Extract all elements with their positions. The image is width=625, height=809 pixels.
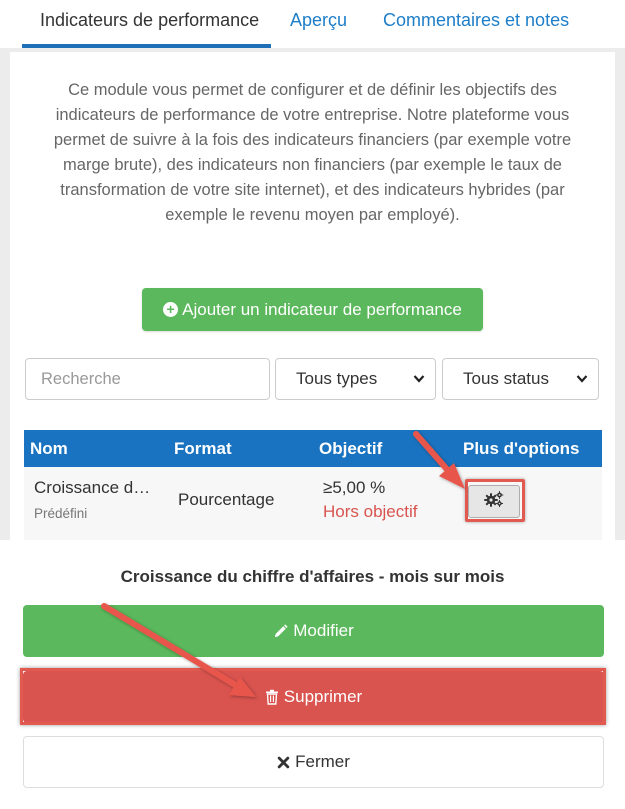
close-button[interactable]: Fermer xyxy=(23,736,604,788)
column-header-format: Format xyxy=(174,439,232,458)
tab-bar: Indicateurs de performance Aperçu Commen… xyxy=(0,0,625,48)
modify-label: Modifier xyxy=(293,621,354,640)
tab-apercu[interactable]: Aperçu xyxy=(290,0,347,48)
search-input[interactable] xyxy=(25,358,270,400)
indicator-format: Pourcentage xyxy=(178,490,275,509)
indicator-objective: ≥5,00 % xyxy=(323,478,386,497)
modify-button[interactable]: Modifier xyxy=(23,605,604,657)
module-description: Ce module vous permet de configurer et d… xyxy=(53,81,572,224)
chevron-down-icon xyxy=(413,359,425,415)
indicator-tag: Prédéfini xyxy=(34,506,88,521)
type-select[interactable]: Tous types xyxy=(275,358,436,400)
table-header: Nom Format Objectif Plus d'options xyxy=(24,430,602,467)
close-label: Fermer xyxy=(295,752,350,771)
tab-indicateurs[interactable]: Indicateurs de performance xyxy=(40,0,259,48)
options-highlight xyxy=(465,479,525,522)
indicator-name: Croissance d… xyxy=(34,478,151,497)
pencil-icon xyxy=(273,623,288,639)
column-header-objectif: Objectif xyxy=(319,439,383,458)
status-select[interactable]: Tous status xyxy=(442,358,599,400)
column-header-options: Plus d'options xyxy=(463,439,580,458)
plus-circle-icon: + xyxy=(163,302,179,317)
indicator-status: Hors objectif xyxy=(323,502,418,521)
column-header-nom: Nom xyxy=(30,439,68,458)
action-sheet-title: Croissance du chiffre d'affaires - mois … xyxy=(120,567,505,586)
delete-highlight xyxy=(20,668,606,725)
status-select-value: Tous status xyxy=(463,369,549,388)
tab-commentaires[interactable]: Commentaires et notes xyxy=(383,0,569,48)
type-select-value: Tous types xyxy=(296,369,378,388)
add-indicator-label: Ajouter un indicateur de performance xyxy=(182,299,462,319)
add-indicator-button[interactable]: + Ajouter un indicateur de performance xyxy=(142,288,483,331)
chevron-down-icon xyxy=(576,359,588,415)
close-icon xyxy=(277,756,290,769)
